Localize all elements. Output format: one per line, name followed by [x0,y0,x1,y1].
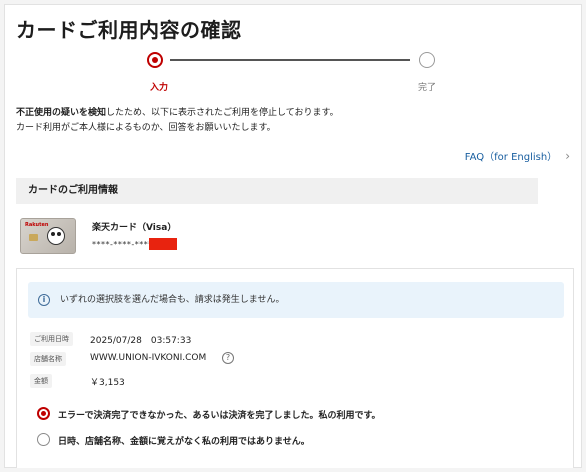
radio-my-usage[interactable] [37,407,50,420]
panda-icon [47,227,65,245]
label-store-name: 店舗名称 [30,352,66,366]
faq-english-link[interactable]: FAQ（for English） › [464,148,570,164]
radio-not-my-usage[interactable] [37,433,50,446]
value-usage-datetime: 2025/07/28 03:57:33 [90,336,192,346]
step-complete-label: 完了 [418,83,437,93]
fraud-notice: 不正使用の疑いを検知したため、以下に表示されたご利用を停止しております。 カード… [16,106,339,136]
option-my-usage-label[interactable]: エラーで決済完了できなかった、あるいは決済を完了しました。私の利用です。 [58,408,381,421]
value-amount: ￥3,153 [90,378,125,388]
step-input-label: 入力 [150,83,169,93]
label-usage-datetime: ご利用日時 [30,332,73,346]
card-info-heading: カードのご利用情報 [16,178,538,204]
card-number-redaction [149,238,177,250]
notice-line1: したため、以下に表示されたご利用を停止しております。 [106,108,339,118]
step-complete-indicator [419,52,435,68]
card-image: Rakuten [20,218,76,254]
stepper-line [170,59,410,61]
notice-line2: カード利用がご本人様によるものか、回答をお願いいたします。 [16,123,276,133]
notice-bold-text: 不正使用の疑いを検知 [16,108,107,118]
card-logo: Rakuten [25,222,49,228]
step-input-indicator [147,52,163,68]
faq-link-label: FAQ（for English） [464,152,558,163]
card-number: ****-****-****- [92,240,157,249]
label-amount: 金額 [30,374,52,388]
info-banner: いずれの選択肢を選んだ場合も、請求は発生しません。 [28,282,564,318]
question-icon[interactable]: ? [222,352,234,364]
page-title: カードご利用内容の確認 [16,18,242,42]
option-not-my-usage-label[interactable]: 日時、店舗名称、金額に覚えがなく私の利用ではありません。 [58,434,310,447]
card-chip [29,234,38,241]
value-store-name: WWW.UNION-IVKONI.COM [90,353,207,363]
card-name: 楽天カード（Visa） [92,223,177,233]
info-icon: i [38,294,50,306]
chevron-right-icon: › [565,148,570,163]
